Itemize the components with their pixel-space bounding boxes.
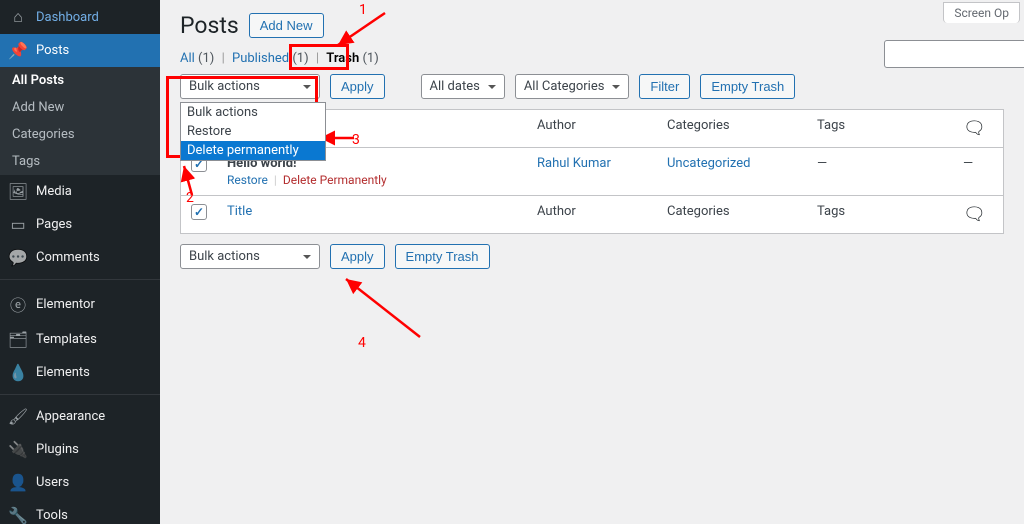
col-title-footer[interactable]: Title (227, 204, 252, 219)
nav-label: Posts (36, 43, 69, 58)
nav-label: Users (36, 475, 69, 490)
comments-icon: 💬 (8, 248, 28, 267)
dashboard-icon: ⌂ (8, 7, 28, 27)
col-tags-footer: Tags (807, 195, 953, 233)
screen-options-tab[interactable]: Screen Op (943, 2, 1020, 23)
col-author-footer: Author (527, 195, 657, 233)
pin-icon: 📌 (8, 41, 28, 60)
nav-label: Pages (36, 217, 72, 232)
subnav-categories[interactable]: Categories (0, 121, 160, 148)
subnav-tags[interactable]: Tags (0, 148, 160, 175)
comments-column-icon: 🗨 (963, 204, 986, 225)
filter-trash[interactable]: Trash (1) (326, 51, 378, 66)
add-new-button[interactable]: Add New (249, 13, 324, 38)
search-input[interactable] (884, 40, 1024, 68)
nav-elementor[interactable]: ⓔ Elementor (0, 285, 160, 323)
media-icon: 🖼 (8, 182, 28, 201)
filter-all[interactable]: All (1) (180, 51, 214, 66)
elementor-icon: ⓔ (8, 292, 28, 316)
posts-subnav: All Posts Add New Categories Tags (0, 67, 160, 175)
col-categories: Categories (657, 110, 807, 148)
nav-comments[interactable]: 💬 Comments (0, 241, 160, 274)
nav-media[interactable]: 🖼 Media (0, 175, 160, 208)
page-title: Posts (180, 12, 239, 39)
nav-label: Tools (36, 508, 68, 523)
post-tags: — (807, 148, 953, 195)
bulk-option-restore[interactable]: Restore (181, 122, 325, 141)
admin-sidebar: ⌂ Dashboard 📌 Posts All Posts Add New Ca… (0, 0, 160, 524)
post-category-link[interactable]: Uncategorized (667, 156, 750, 171)
col-categories-footer: Categories (657, 195, 807, 233)
nav-templates[interactable]: 🗂 Templates (0, 323, 160, 356)
nav-posts[interactable]: 📌 Posts (0, 34, 160, 67)
filter-button[interactable]: Filter (639, 74, 690, 99)
post-comments: — (953, 148, 1003, 195)
select-all-checkbox-footer[interactable] (191, 204, 207, 220)
post-author-link[interactable]: Rahul Kumar (537, 156, 611, 171)
user-icon: 👤 (8, 473, 28, 492)
nav-dashboard[interactable]: ⌂ Dashboard (0, 0, 160, 34)
nav-users[interactable]: 👤 Users (0, 466, 160, 499)
subnav-all-posts[interactable]: All Posts (0, 67, 160, 94)
bulk-actions-dropdown: Bulk actions Restore Delete permanently (180, 102, 326, 161)
bulk-apply-button-bottom[interactable]: Apply (330, 244, 385, 269)
row-action-restore[interactable]: Restore (227, 173, 268, 187)
nav-separator (0, 279, 160, 280)
bulk-actions-select[interactable]: Bulk actions (180, 74, 320, 99)
nav-label: Elements (36, 365, 90, 380)
nav-label: Dashboard (36, 10, 99, 25)
empty-trash-button-bottom[interactable]: Empty Trash (395, 244, 490, 269)
filter-published[interactable]: Published (1) (232, 51, 309, 66)
nav-label: Plugins (36, 442, 79, 457)
col-author: Author (527, 110, 657, 148)
nav-separator (0, 394, 160, 395)
elements-icon: 💧 (8, 363, 28, 382)
wrench-icon: 🔧 (8, 506, 28, 524)
nav-label: Comments (36, 250, 100, 265)
filter-dates-select[interactable]: All dates (421, 74, 505, 99)
plug-icon: 🔌 (8, 440, 28, 459)
comments-column-icon: 🗨 (963, 118, 986, 139)
nav-appearance[interactable]: 🖌 Appearance (0, 400, 160, 433)
bulk-apply-button[interactable]: Apply (330, 74, 385, 99)
col-tags: Tags (807, 110, 953, 148)
filter-categories-select[interactable]: All Categories (515, 74, 630, 99)
nav-tools[interactable]: 🔧 Tools (0, 499, 160, 524)
page-icon: ▭ (8, 215, 28, 234)
nav-label: Appearance (36, 409, 105, 424)
nav-elements[interactable]: 💧 Elements (0, 356, 160, 389)
bulk-option-bulkactions[interactable]: Bulk actions (181, 103, 325, 122)
row-action-delete-permanently[interactable]: Delete Permanently (283, 173, 387, 187)
post-status-filters: All (1) | Published (1) | Trash (1) (180, 51, 1004, 66)
empty-trash-button[interactable]: Empty Trash (700, 74, 795, 99)
main-content: Screen Op Posts Add New All (1) | Publis… (160, 0, 1024, 524)
nav-label: Media (36, 184, 72, 199)
subnav-add-new[interactable]: Add New (0, 94, 160, 121)
bulk-actions-select-bottom[interactable]: Bulk actions (180, 244, 320, 269)
brush-icon: 🖌 (8, 407, 28, 426)
nav-plugins[interactable]: 🔌 Plugins (0, 433, 160, 466)
nav-label: Elementor (36, 297, 95, 312)
templates-icon: 🗂 (8, 330, 28, 349)
nav-pages[interactable]: ▭ Pages (0, 208, 160, 241)
bulk-option-delete-permanently[interactable]: Delete permanently (181, 141, 325, 160)
nav-label: Templates (36, 332, 97, 347)
